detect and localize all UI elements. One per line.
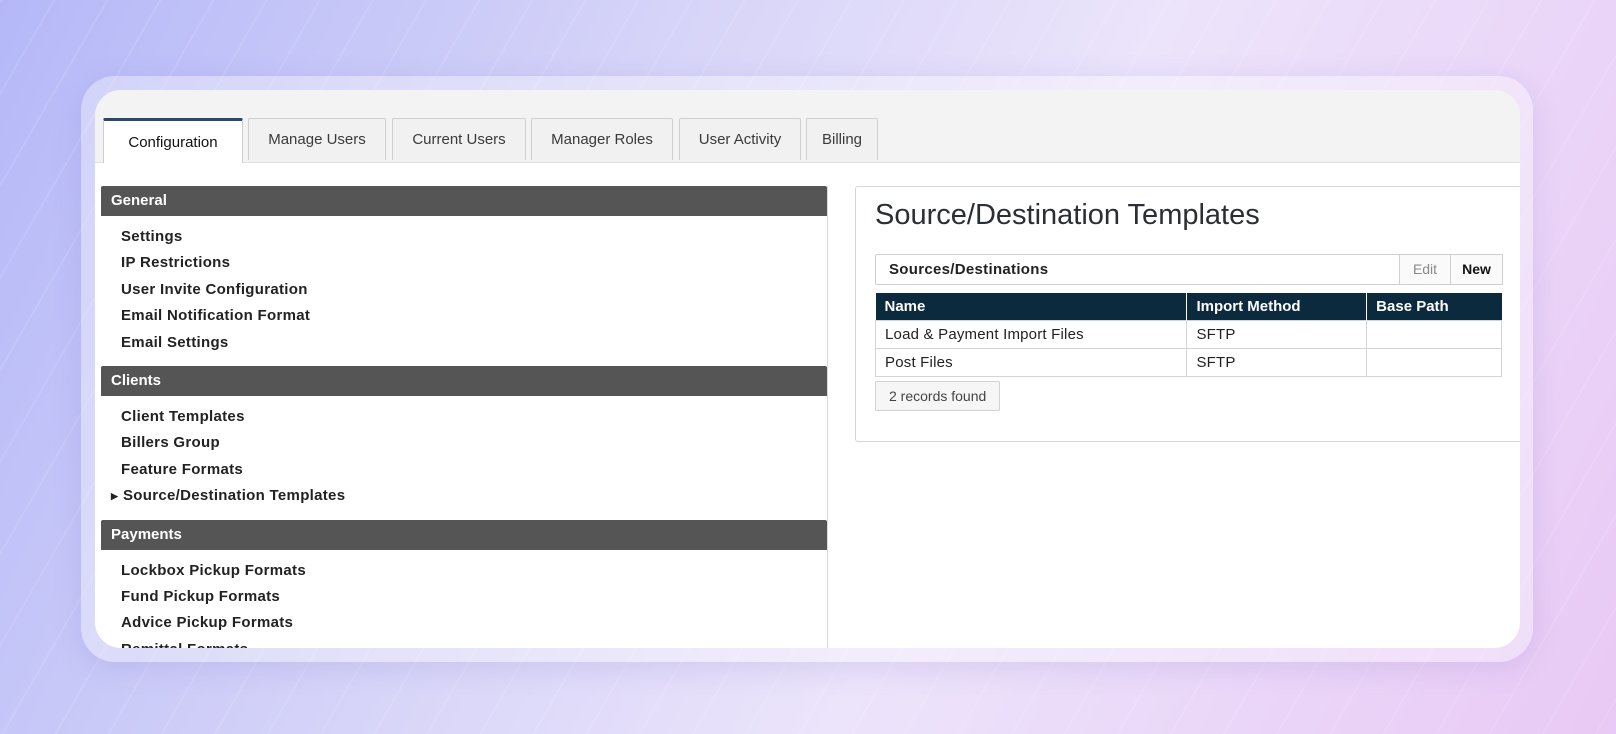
sidebar-item-email-notification-format[interactable]: Email Notification Format — [101, 303, 827, 329]
sidebar-item-settings[interactable]: Settings — [101, 224, 827, 250]
sidebar-item-feature-formats[interactable]: Feature Formats — [101, 457, 827, 483]
sidebar-item-email-settings[interactable]: Email Settings — [101, 330, 827, 356]
sidebar-item-billers-group[interactable]: Billers Group — [101, 430, 827, 456]
tab-configuration[interactable]: Configuration — [103, 118, 243, 163]
sources-table: Name Import Method Base Path Load & Paym… — [874, 293, 1502, 377]
sidebar-item-user-invite-configuration[interactable]: User Invite Configuration — [101, 277, 827, 303]
sidebar-item-remittal-formats[interactable]: Remittal Formats — [101, 637, 827, 648]
cell-name[interactable]: Post Files — [874, 348, 1188, 377]
app-window: Configuration Manage Users Current Users… — [95, 90, 1520, 648]
edit-button[interactable]: Edit — [1399, 254, 1451, 285]
cell-base-path — [1366, 320, 1502, 349]
tab-billing[interactable]: Billing — [806, 118, 878, 160]
section-header-payments: Payments — [101, 519, 827, 550]
tab-current-users[interactable]: Current Users — [392, 118, 526, 160]
sources-toolbar: Sources/Destinations Edit New — [875, 254, 1503, 285]
records-count: 2 records found — [875, 381, 1001, 411]
table-row[interactable]: Load & Payment Import Files SFTP — [874, 320, 1502, 349]
sidebar: General Settings IP Restrictions User In… — [101, 186, 828, 648]
cell-import-method: SFTP — [1186, 348, 1368, 377]
sidebar-item-label: Source/Destination Templates — [123, 487, 346, 505]
section-header-general: General — [101, 186, 827, 216]
cell-base-path — [1366, 348, 1502, 377]
sidebar-item-lockbox-pickup-formats[interactable]: Lockbox Pickup Formats — [101, 558, 827, 584]
sidebar-item-ip-restrictions[interactable]: IP Restrictions — [101, 250, 827, 276]
sidebar-item-fund-pickup-formats[interactable]: Fund Pickup Formats — [101, 584, 827, 610]
section-list-payments: Lockbox Pickup Formats Fund Pickup Forma… — [101, 550, 827, 648]
cell-name[interactable]: Load & Payment Import Files — [874, 320, 1188, 349]
column-header-import-method[interactable]: Import Method — [1186, 293, 1368, 321]
tab-manage-users[interactable]: Manage Users — [248, 118, 386, 160]
sidebar-item-advice-pickup-formats[interactable]: Advice Pickup Formats — [101, 610, 827, 636]
page-title: Source/Destination Templates — [875, 199, 1260, 231]
table-row[interactable]: Post Files SFTP — [874, 348, 1502, 377]
tab-user-activity[interactable]: User Activity — [679, 118, 801, 160]
section-header-clients: Clients — [101, 365, 827, 396]
section-list-clients: Client Templates Billers Group Feature F… — [101, 396, 827, 520]
column-header-base-path[interactable]: Base Path — [1366, 293, 1502, 321]
table-header-row: Name Import Method Base Path — [875, 293, 1502, 321]
toolbar-label: Sources/Destinations — [889, 261, 1049, 278]
section-general: General Settings IP Restrictions User In… — [101, 186, 827, 366]
tab-bar: Configuration Manage Users Current Users… — [95, 90, 1520, 163]
section-list-general: Settings IP Restrictions User Invite Con… — [101, 216, 827, 366]
tab-manager-roles[interactable]: Manager Roles — [531, 118, 673, 160]
cell-import-method: SFTP — [1186, 320, 1368, 349]
sidebar-item-client-templates[interactable]: Client Templates — [101, 404, 827, 430]
content-panel: Source/Destination Templates Sources/Des… — [855, 186, 1520, 442]
column-header-name[interactable]: Name — [875, 293, 1188, 321]
section-payments: Payments Lockbox Pickup Formats Fund Pic… — [101, 519, 827, 648]
new-button[interactable]: New — [1450, 254, 1503, 285]
section-clients: Clients Client Templates Billers Group F… — [101, 365, 827, 520]
caret-right-icon: ▶ — [111, 491, 119, 502]
sidebar-item-source-destination-templates[interactable]: ▶ Source/Destination Templates — [101, 483, 827, 509]
